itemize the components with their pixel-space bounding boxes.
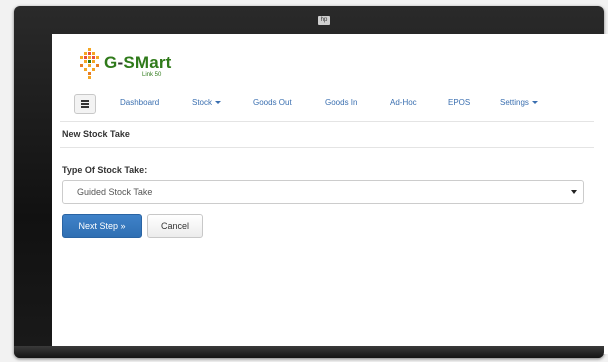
chevron-down-icon (215, 101, 222, 105)
stock-take-type-label: Type Of Stock Take: (62, 165, 148, 175)
hamburger-icon (81, 103, 89, 105)
monitor-frame: hp G-SMart Link 50 Dashboard Stock Goods… (14, 6, 608, 358)
nav-item-stock[interactable]: Stock (192, 98, 222, 107)
hp-logo-icon: hp (318, 16, 330, 25)
dropdown-arrow-icon (571, 190, 577, 194)
nav-item-epos[interactable]: EPOS (448, 98, 470, 107)
brand-subtitle: Link 50 (142, 72, 162, 78)
hamburger-icon (81, 100, 89, 102)
page-title: New Stock Take (62, 129, 130, 139)
chevron-down-icon (531, 101, 538, 105)
nav-item-ad-hoc[interactable]: Ad-Hoc (390, 98, 417, 107)
cancel-button[interactable]: Cancel (147, 214, 203, 238)
stock-take-type-value: Guided Stock Take (77, 187, 153, 197)
stock-take-type-select[interactable]: Guided Stock Take (62, 180, 584, 204)
nav-item-goods-out[interactable]: Goods Out (253, 98, 292, 107)
brand-name-prefix: G (104, 53, 118, 72)
brand-name-rest: SMart (123, 53, 172, 72)
nav-item-settings[interactable]: Settings (500, 98, 538, 107)
nav-item-dashboard[interactable]: Dashboard (120, 98, 159, 107)
header-divider (60, 121, 594, 122)
app-screen: G-SMart Link 50 Dashboard Stock Goods Ou… (52, 34, 608, 354)
logo-mark-icon (80, 48, 99, 79)
nav-item-goods-in[interactable]: Goods In (325, 98, 357, 107)
main-nav: Dashboard Stock Goods Out Goods In Ad-Ho… (74, 94, 594, 114)
hamburger-menu-button[interactable] (74, 94, 96, 114)
hamburger-icon (81, 106, 89, 108)
monitor-bezel-bottom (14, 346, 604, 358)
next-step-button[interactable]: Next Step » (62, 214, 142, 238)
title-divider (60, 147, 594, 148)
brand-name: G-SMart (104, 53, 172, 73)
